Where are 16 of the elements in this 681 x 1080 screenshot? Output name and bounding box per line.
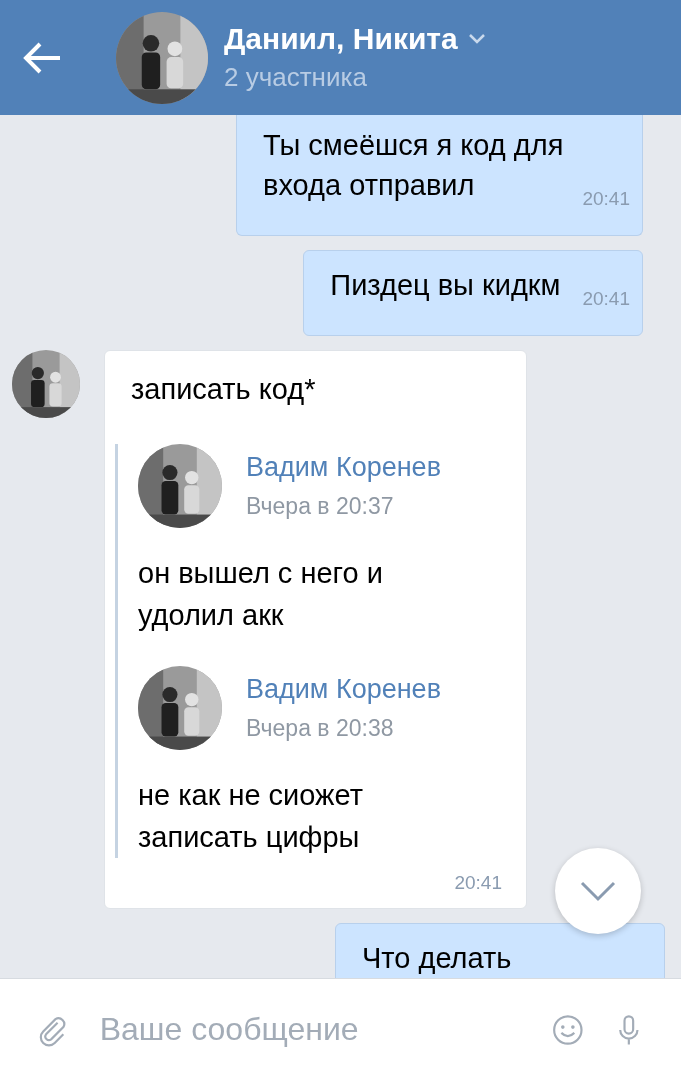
chevron-down-icon <box>578 879 618 903</box>
message-bubble: Пиздец вы кидкм 20:41 <box>303 250 643 336</box>
author-name[interactable]: Вадим Коренев <box>246 452 441 483</box>
message-time: 20:41 <box>453 872 502 894</box>
scroll-down-button[interactable] <box>555 848 641 934</box>
message-bubble: Что делать <box>335 923 665 978</box>
author-name[interactable]: Вадим Коренев <box>246 674 441 705</box>
participants-count: 2 участника <box>224 62 368 93</box>
message-date: Вчера в 20:37 <box>246 493 395 520</box>
chevron-down-icon[interactable] <box>467 33 486 45</box>
message-bubble: записать код* Вадим Коренев Вчера в 20:37 он вышел с него и удолил акк Вадим Коренев Вчера в 20:38 не как не сиожет записать цифры 20:41 <box>104 350 527 909</box>
chat-title[interactable]: Даниил, Никита <box>224 22 458 56</box>
forwarded-text: он вышел с него и удолил акк <box>138 556 384 633</box>
message-date: Вчера в 20:38 <box>246 715 395 742</box>
forwarded-text: не как не сиожет записать цифры <box>138 778 364 855</box>
message-bubble: Ты смеёшся я код для входа отправил 20:41 <box>236 115 643 236</box>
